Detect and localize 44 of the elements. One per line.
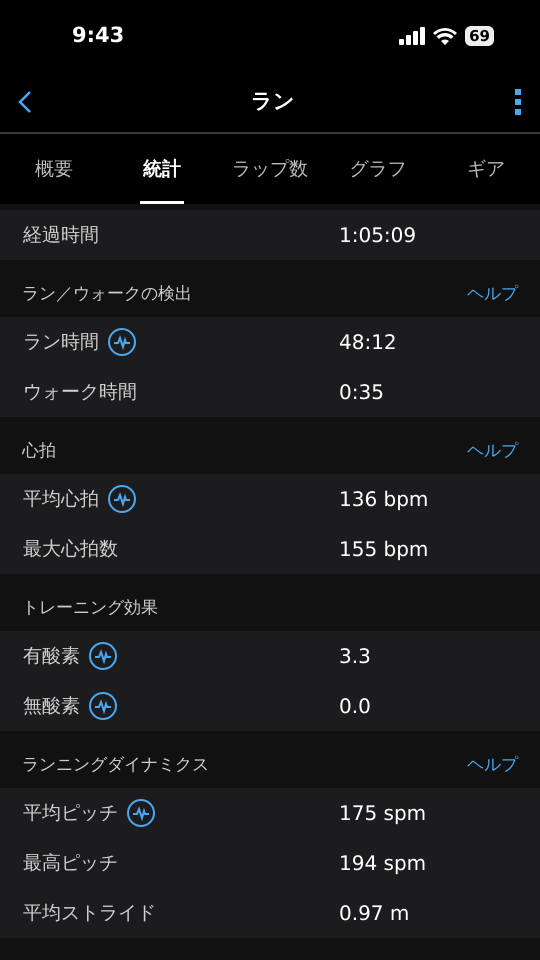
stat-value: 3.3	[339, 643, 371, 670]
stat-value: 175 spm	[339, 800, 426, 827]
help-link[interactable]: ヘルプ	[467, 753, 518, 779]
tab[interactable]: 統計	[108, 134, 216, 204]
stat-value: 0.97 m	[339, 900, 410, 927]
chart-icon[interactable]	[107, 327, 137, 357]
stat-label: 最大心拍数	[23, 536, 118, 562]
signal-icon	[399, 27, 426, 45]
stat-label: ウォーク時間	[23, 380, 137, 405]
more-icon[interactable]	[514, 89, 522, 115]
tab[interactable]: 概要	[0, 134, 108, 204]
section-header: ランニングダイナミクス	[22, 754, 209, 778]
stat-label: 平均心拍	[23, 486, 99, 512]
chart-icon[interactable]	[126, 798, 156, 828]
chart-icon[interactable]	[107, 484, 137, 514]
stat-label: 無酸素	[23, 694, 80, 719]
stat-value: 0.0	[339, 693, 371, 720]
stat-label: ラン時間	[23, 330, 99, 355]
stat-label: 平均ストライド	[23, 900, 156, 926]
page-title: ラン	[251, 88, 295, 116]
stat-value: 0:35	[339, 379, 384, 406]
stat-label: 最高ピッチ	[23, 850, 118, 876]
tab[interactable]: ラップ数	[216, 134, 324, 204]
stat-label: 経過時間	[23, 222, 99, 248]
stat-value: 155 bpm	[339, 536, 428, 563]
battery-level: 69	[465, 26, 494, 46]
stat-value: 194 spm	[339, 850, 426, 877]
tab[interactable]: グラフ	[324, 134, 432, 204]
help-link[interactable]: ヘルプ	[467, 439, 518, 465]
stat-label: 有酸素	[23, 644, 80, 669]
clock-time: 9:43	[72, 22, 124, 50]
stat-value: 1:05:09	[339, 222, 416, 249]
chart-icon[interactable]	[88, 691, 118, 721]
section-header: トレーニング効果	[22, 597, 158, 620]
section-header: 心拍	[22, 440, 56, 464]
tab[interactable]: ギア	[432, 134, 540, 204]
stat-value: 136 bpm	[339, 486, 428, 513]
stat-label: 平均ピッチ	[23, 800, 118, 826]
section-header: ラン／ウォークの検出	[22, 283, 192, 306]
stat-value: 48:12	[339, 329, 397, 356]
help-link[interactable]: ヘルプ	[467, 282, 518, 308]
wifi-icon	[433, 27, 458, 45]
chart-icon[interactable]	[88, 641, 118, 671]
back-icon[interactable]	[18, 90, 32, 114]
